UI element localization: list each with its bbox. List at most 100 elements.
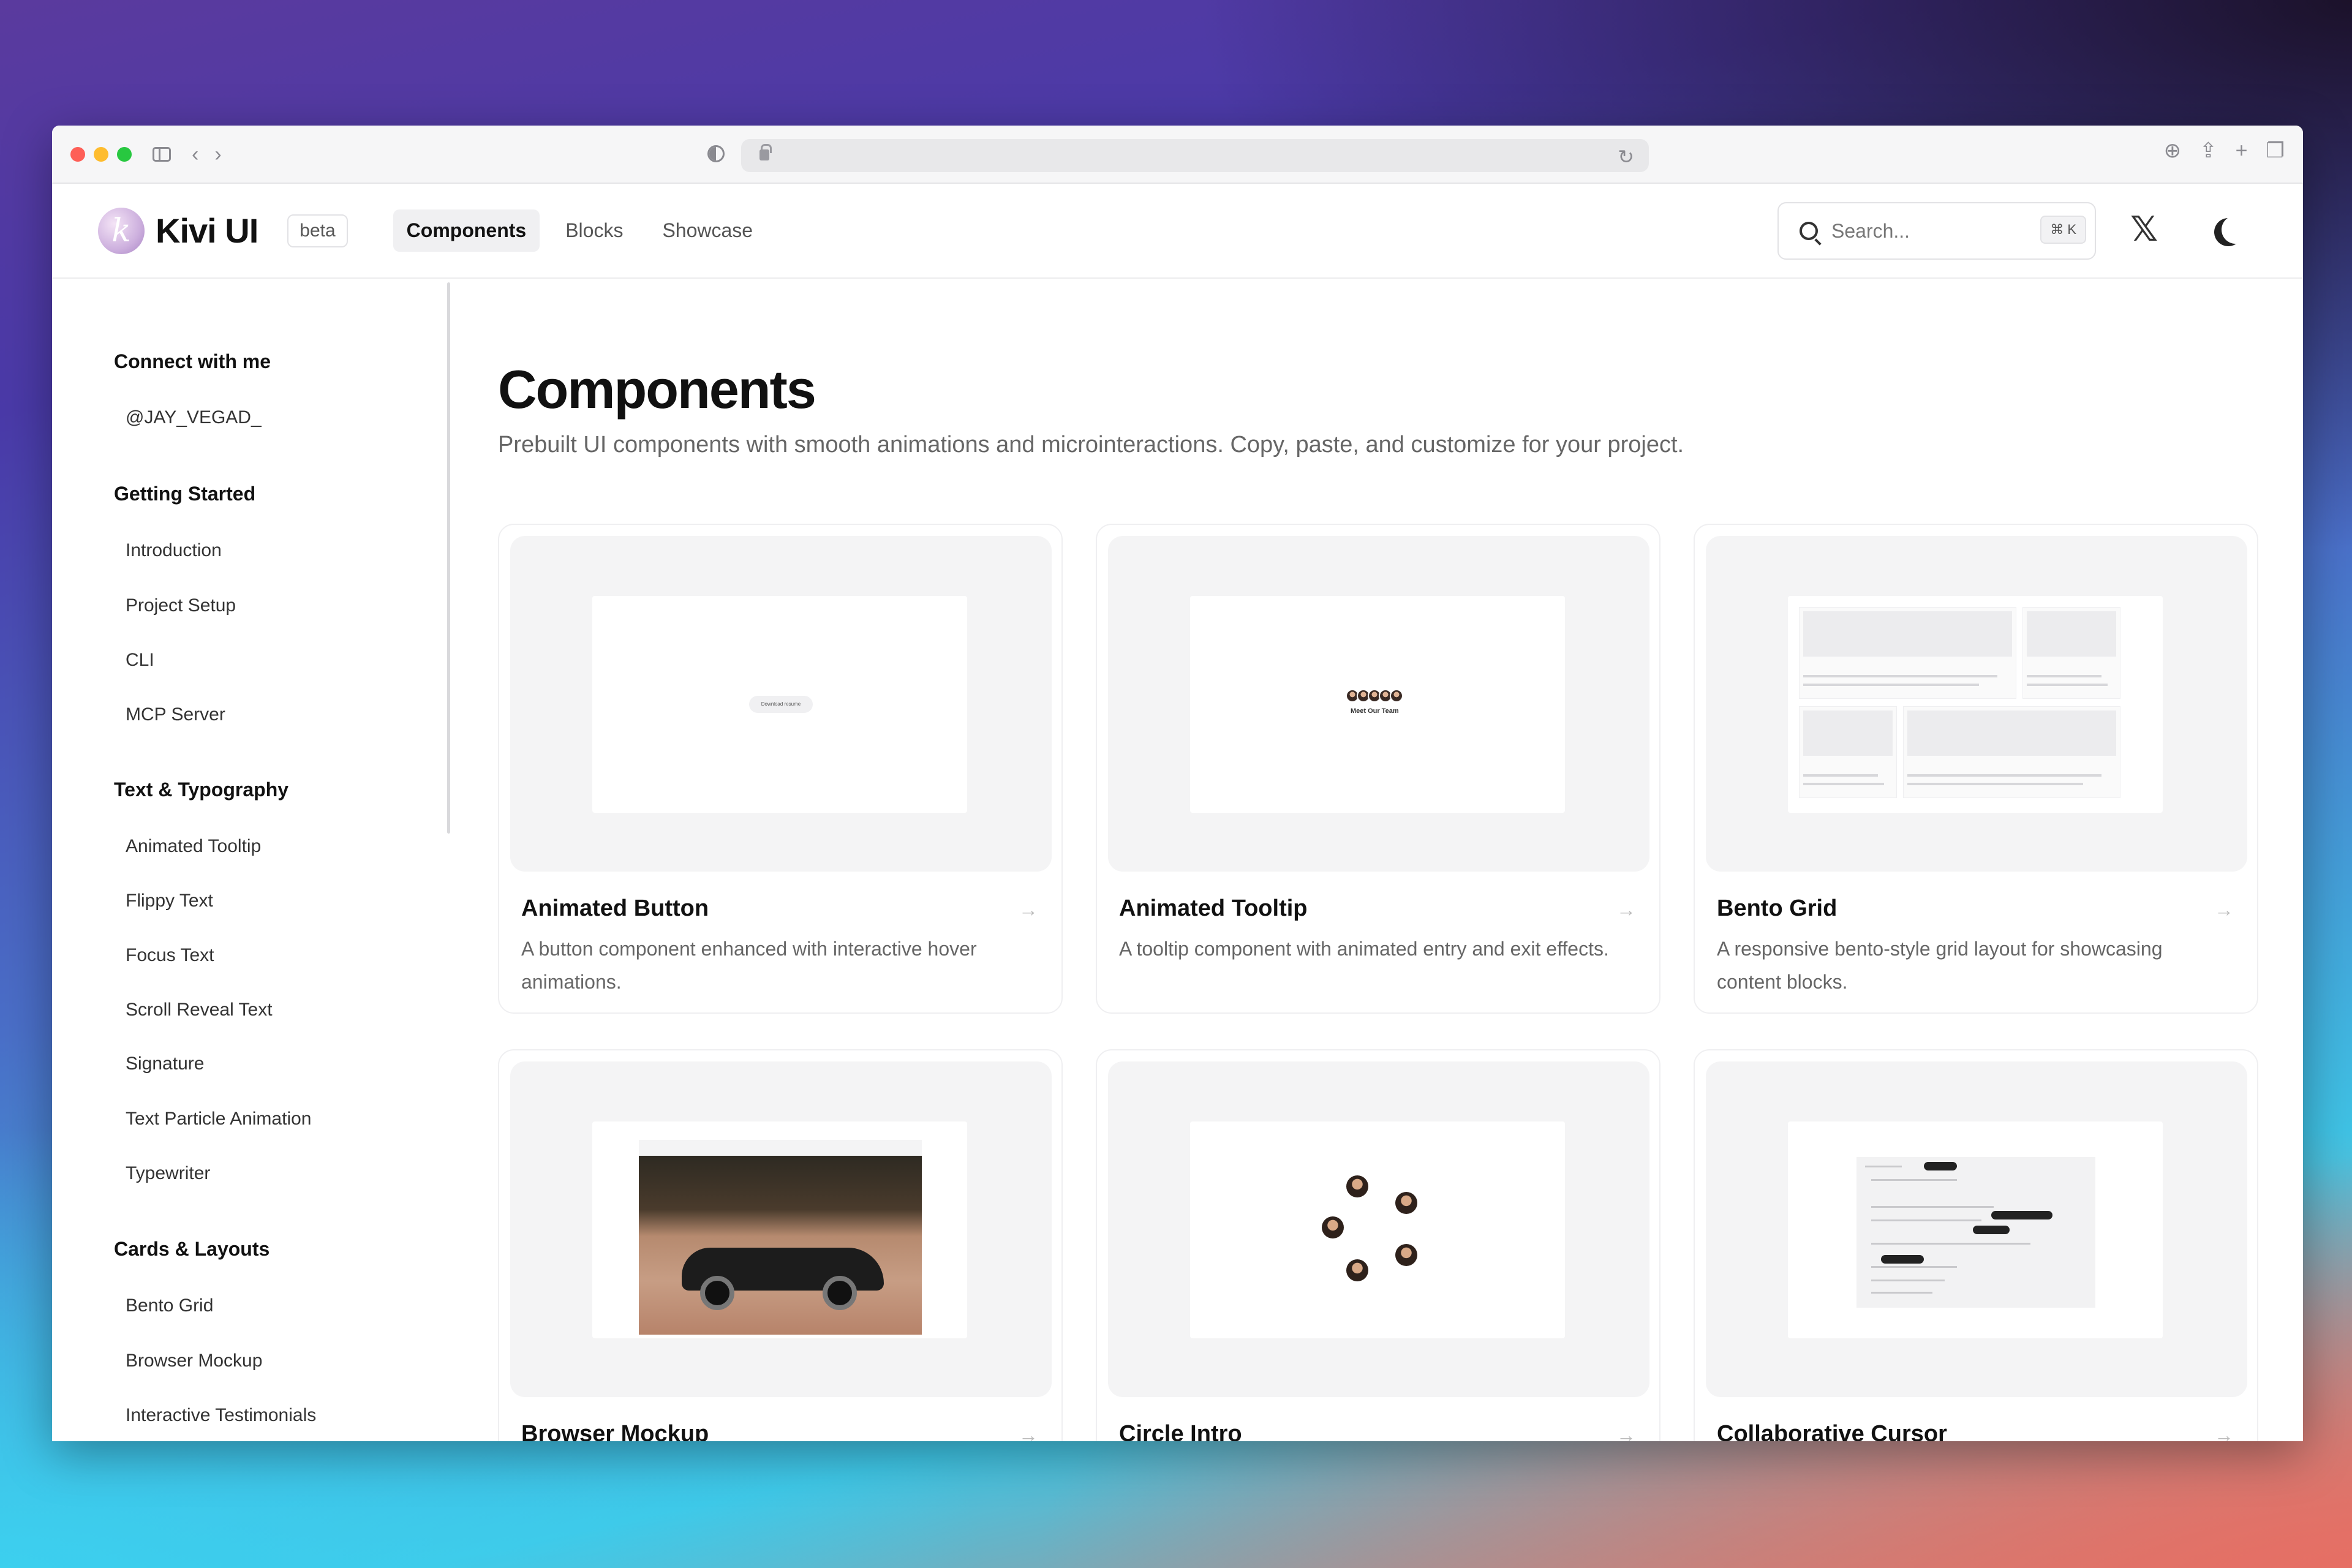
sidebar-item-text-particle-animation[interactable]: Text Particle Animation — [126, 1109, 311, 1129]
card-title: Browser Mockup — [521, 1421, 709, 1441]
cursor-label — [1973, 1226, 2010, 1234]
nav-showcase[interactable]: Showcase — [649, 209, 766, 252]
preview-code-editor — [1856, 1157, 2095, 1308]
back-icon[interactable]: ‹ — [192, 144, 198, 165]
arrow-right-icon: → — [1019, 899, 1038, 921]
logo[interactable]: k Kivi UI — [98, 207, 258, 254]
component-card-bento-grid[interactable]: Bento Grid → A responsive bento-style gr… — [1694, 524, 2258, 1014]
privacy-shield-icon[interactable] — [707, 145, 725, 162]
sidebar-item-project-setup[interactable]: Project Setup — [126, 595, 236, 616]
component-card-browser-mockup[interactable]: Browser Mockup → — [498, 1049, 1063, 1441]
sidebar-group-title: Cards & Layouts — [114, 1238, 270, 1260]
x-social-icon[interactable]: 𝕏 — [2130, 212, 2158, 246]
minimize-window-button[interactable] — [94, 146, 108, 162]
search-input[interactable]: Search... ⌘ K — [1777, 202, 2096, 260]
card-title: Bento Grid — [1717, 895, 1838, 921]
forward-icon[interactable]: › — [214, 144, 221, 165]
sidebar-item-browser-mockup[interactable]: Browser Mockup — [126, 1351, 262, 1371]
bento-cell — [1799, 706, 1897, 798]
sidebar-item-signature[interactable]: Signature — [126, 1054, 204, 1074]
preview-canvas — [592, 1121, 967, 1338]
top-nav: Components Blocks Showcase — [393, 209, 766, 252]
sidebar-group-title: Connect with me — [114, 350, 271, 372]
arrow-right-icon: → — [2214, 1424, 2234, 1441]
sidebar-item-interactive-testimonials[interactable]: Interactive Testimonials — [126, 1405, 316, 1426]
bento-cell — [1799, 607, 2016, 699]
card-preview: Meet Our Team — [1108, 536, 1649, 872]
car-image — [639, 1156, 922, 1335]
search-icon — [1800, 222, 1818, 240]
lock-icon — [760, 144, 772, 160]
avatar — [1322, 1216, 1344, 1238]
cursor-label — [1991, 1211, 2052, 1219]
sidebar: Connect with me @JAY_VEGAD_ Getting Star… — [52, 279, 450, 1441]
translate-icon[interactable]: ⊕ — [2164, 140, 2182, 161]
avatar — [1346, 1175, 1368, 1197]
page-title: Components — [498, 359, 816, 420]
preview-canvas: Meet Our Team — [1190, 596, 1565, 813]
preview-canvas — [1190, 1121, 1565, 1338]
address-bar[interactable]: ↻ — [741, 139, 1649, 172]
nav-components[interactable]: Components — [393, 209, 540, 252]
page-body: Connect with me @JAY_VEGAD_ Getting Star… — [52, 279, 2303, 1441]
theme-toggle-moon-icon[interactable] — [2222, 216, 2250, 244]
close-window-button[interactable] — [70, 146, 85, 162]
bento-cell — [1903, 706, 2120, 798]
search-placeholder: Search... — [1831, 219, 1910, 242]
maximize-window-button[interactable] — [117, 146, 132, 162]
card-description: A responsive bento-style grid layout for… — [1717, 938, 2163, 993]
nav-blocks[interactable]: Blocks — [552, 209, 636, 252]
preview-canvas — [1788, 596, 2163, 813]
sidebar-toggle-icon[interactable] — [153, 146, 171, 162]
card-preview — [1108, 1061, 1649, 1397]
sidebar-item-flippy-text[interactable]: Flippy Text — [126, 891, 213, 911]
avatar — [1395, 1192, 1417, 1214]
preview-avatar-stack — [1346, 689, 1403, 703]
tab-overview-icon[interactable]: ❐ — [2266, 140, 2285, 161]
share-icon[interactable]: ⇪ — [2199, 140, 2217, 161]
card-title: Circle Intro — [1119, 1421, 1242, 1441]
sidebar-item-cli[interactable]: CLI — [126, 650, 154, 671]
preview-canvas: Download resume — [592, 596, 967, 813]
new-tab-icon[interactable]: + — [2236, 140, 2248, 161]
preview-team-label: Meet Our Team — [1351, 707, 1399, 715]
avatar — [1390, 689, 1403, 703]
sidebar-scrollbar[interactable] — [447, 282, 450, 834]
site-header: k Kivi UI beta Components Blocks Showcas… — [52, 184, 2303, 279]
cursor-label — [1881, 1255, 1924, 1264]
browser-toolbar: ‹ › ↻ ⊕ ⇪ + ❐ — [52, 126, 2303, 184]
logo-text: Kivi UI — [156, 211, 258, 250]
main-content: Components Prebuilt UI components with s… — [498, 279, 2303, 1441]
arrow-right-icon: → — [1616, 1424, 1636, 1441]
component-card-animated-tooltip[interactable]: Meet Our Team Animated Tooltip → A toolt… — [1096, 524, 1660, 1014]
card-description: A button component enhanced with interac… — [521, 938, 977, 993]
card-description: A tooltip component with animated entry … — [1119, 938, 1609, 960]
card-title: Animated Tooltip — [1119, 895, 1308, 921]
preview-download-button: Download resume — [749, 696, 813, 713]
card-preview — [1706, 536, 2247, 872]
sidebar-item-scroll-reveal-text[interactable]: Scroll Reveal Text — [126, 1000, 273, 1020]
card-title: Animated Button — [521, 895, 709, 921]
card-title: Collaborative Cursor — [1717, 1421, 1947, 1441]
page-subtitle: Prebuilt UI components with smooth anima… — [498, 432, 1684, 458]
sidebar-item-focus-text[interactable]: Focus Text — [126, 945, 214, 966]
sidebar-item-typewriter[interactable]: Typewriter — [126, 1163, 210, 1184]
arrow-right-icon: → — [2214, 899, 2234, 921]
sidebar-item-animated-tooltip[interactable]: Animated Tooltip — [126, 836, 261, 857]
sidebar-item-twitter-handle[interactable]: @JAY_VEGAD_ — [126, 407, 262, 428]
beta-badge: beta — [287, 214, 348, 247]
component-card-circle-intro[interactable]: Circle Intro → — [1096, 1049, 1660, 1441]
sidebar-item-bento-grid[interactable]: Bento Grid — [126, 1295, 213, 1316]
sidebar-item-mcp-server[interactable]: MCP Server — [126, 704, 225, 725]
browser-window: ‹ › ↻ ⊕ ⇪ + ❐ k Kivi UI beta Components … — [52, 126, 2303, 1441]
arrow-right-icon: → — [1019, 1424, 1038, 1441]
reload-icon[interactable]: ↻ — [1618, 145, 1634, 168]
browser-actions: ⊕ ⇪ + ❐ — [2164, 140, 2285, 161]
component-card-collaborative-cursor[interactable]: Collaborative Cursor → — [1694, 1049, 2258, 1441]
preview-browser-frame — [639, 1140, 922, 1335]
logo-mark-icon: k — [98, 207, 145, 254]
card-preview: Download resume — [510, 536, 1052, 872]
sidebar-item-introduction[interactable]: Introduction — [126, 540, 222, 561]
component-card-animated-button[interactable]: Download resume Animated Button → A butt… — [498, 524, 1063, 1014]
card-preview — [510, 1061, 1052, 1397]
